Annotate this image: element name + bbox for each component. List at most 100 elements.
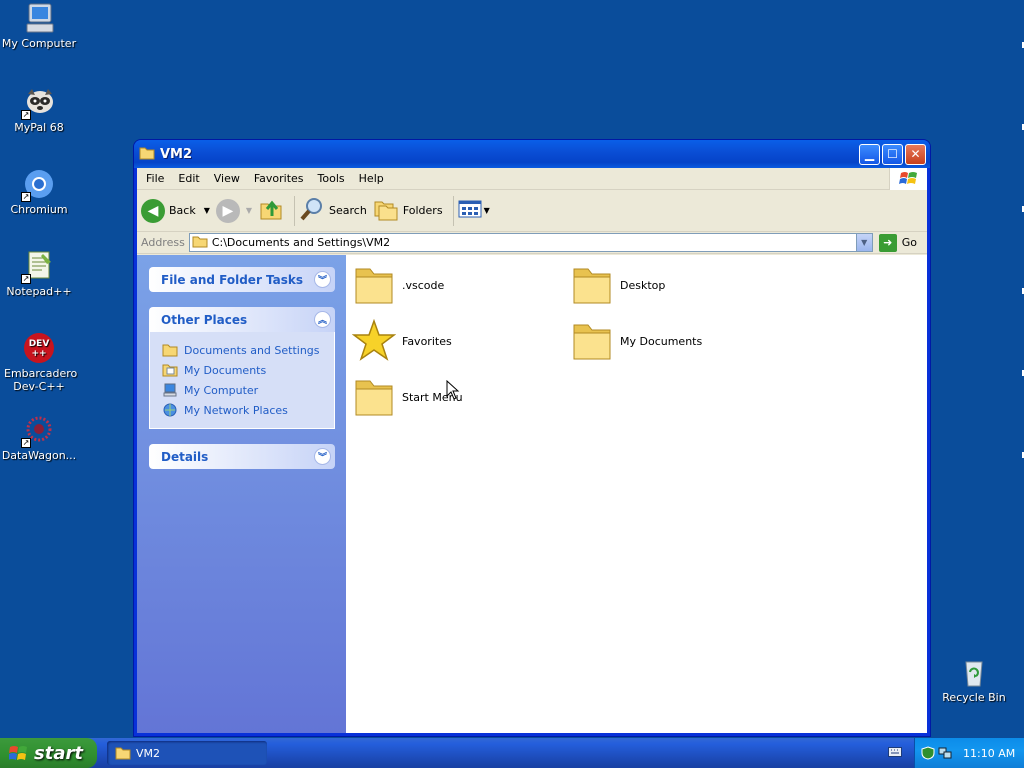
menu-tools[interactable]: Tools xyxy=(311,172,352,185)
minimize-button[interactable]: ▁ xyxy=(859,143,880,165)
standard-toolbar: ◀ Back ▼ ▶ ▼ Search Folders ▼ xyxy=(137,190,927,232)
folder-icon xyxy=(162,343,178,357)
window-title: VM2 xyxy=(160,146,193,162)
link-label: My Computer xyxy=(184,383,259,397)
close-icon: ✕ xyxy=(910,147,921,161)
folder-icon xyxy=(139,146,155,163)
taskbar: start VM2 11:10 AM xyxy=(0,738,1024,768)
shortcut-arrow-icon: ↗ xyxy=(21,438,31,448)
start-label: start xyxy=(34,742,83,764)
address-label: Address xyxy=(141,236,185,249)
folders-button[interactable]: Folders xyxy=(373,196,443,225)
go-label: Go xyxy=(901,236,917,249)
back-arrow-icon: ◀ xyxy=(141,198,165,223)
back-label: Back xyxy=(169,204,196,217)
address-bar: Address C:\Documents and Settings\VM2 ▼ … xyxy=(137,232,927,254)
go-button[interactable]: ➜ Go xyxy=(878,233,917,252)
menu-bar: File Edit View Favorites Tools Help xyxy=(137,168,927,190)
folder-icon xyxy=(570,319,614,363)
folder-icon xyxy=(192,235,208,251)
file-folder-tasks-section: File and Folder Tasks ︾ xyxy=(149,267,335,292)
address-input[interactable]: C:\Documents and Settings\VM2 ▼ xyxy=(188,233,873,252)
folders-icon xyxy=(373,196,399,225)
start-button[interactable]: start xyxy=(0,738,97,768)
desktop-icon-notepadpp[interactable]: ↗ Notepad++ xyxy=(0,250,78,298)
file-name: Favorites xyxy=(402,334,452,348)
toolbar-separator xyxy=(294,195,296,226)
other-places-section: Other Places ︽ Documents and Settings My… xyxy=(149,307,335,429)
computer-icon xyxy=(162,383,178,397)
go-arrow-icon: ➜ xyxy=(878,233,897,252)
close-button[interactable]: ✕ xyxy=(905,143,926,165)
details-section: Details ︾ xyxy=(149,444,335,469)
desktop-icon-chromium[interactable]: ↗ Chromium xyxy=(0,168,78,216)
section-title: Other Places xyxy=(161,312,248,327)
link-my-computer[interactable]: My Computer xyxy=(162,380,324,400)
folder-icon xyxy=(352,375,396,419)
notepad-plus-plus-icon: ↗ xyxy=(21,250,55,284)
svg-text:DEV: DEV xyxy=(29,339,50,349)
shortcut-arrow-icon: ↗ xyxy=(21,110,31,120)
maximize-icon: ☐ xyxy=(887,147,898,161)
raccoon-icon: ↗ xyxy=(21,86,55,120)
menu-view[interactable]: View xyxy=(207,172,247,185)
views-icon xyxy=(458,199,482,222)
views-button[interactable]: ▼ xyxy=(458,199,490,222)
explorer-window: VM2 ▁ ☐ ✕ File Edit View Favorites Tools… xyxy=(134,140,930,736)
chevron-down-icon: ▼ xyxy=(861,238,868,247)
link-my-documents[interactable]: My Documents xyxy=(162,360,324,380)
link-my-network-places[interactable]: My Network Places xyxy=(162,400,324,420)
file-item-desktop[interactable]: Desktop xyxy=(570,263,665,307)
menu-edit[interactable]: Edit xyxy=(171,172,206,185)
my-documents-icon xyxy=(162,363,178,377)
computer-icon xyxy=(23,2,55,34)
desktop-icon-label: My Computer xyxy=(1,37,77,50)
link-documents-and-settings[interactable]: Documents and Settings xyxy=(162,340,324,360)
file-item-favorites[interactable]: Favorites xyxy=(351,318,452,363)
network-connection-icon[interactable] xyxy=(938,746,952,760)
windows-logo-icon xyxy=(8,744,28,763)
content-area: File and Folder Tasks ︾ Other Places ︽ D… xyxy=(137,255,927,733)
menu-file[interactable]: File xyxy=(139,172,171,185)
file-item-vscode[interactable]: .vscode xyxy=(352,263,444,307)
chevron-down-icon[interactable]: ︾ xyxy=(314,448,331,465)
clock[interactable]: 11:10 AM xyxy=(963,747,1015,760)
keyboard-icon[interactable] xyxy=(888,746,902,758)
network-places-icon xyxy=(162,403,178,417)
chevron-down-icon[interactable]: ▼ xyxy=(204,206,210,215)
file-folder-tasks-header[interactable]: File and Folder Tasks ︾ xyxy=(149,267,335,292)
taskbar-item-vm2[interactable]: VM2 xyxy=(107,741,267,765)
desktop-icon-devcpp[interactable]: DEV ++ Embarcadero Dev-C++ xyxy=(0,332,78,393)
address-dropdown-button[interactable]: ▼ xyxy=(855,234,872,251)
desktop-icon-label: Embarcadero Dev-C++ xyxy=(4,367,78,393)
search-button[interactable]: Search xyxy=(299,196,367,225)
desktop-icon-label: DataWagon... xyxy=(1,449,77,462)
desktop-icon-datawagon[interactable]: ↗ DataWagon... xyxy=(0,414,78,462)
desktop-icon-recycle-bin[interactable]: Recycle Bin xyxy=(935,656,1013,704)
back-button[interactable]: ◀ Back ▼ xyxy=(141,198,210,223)
address-value: C:\Documents and Settings\VM2 xyxy=(211,236,391,249)
recycle-bin-icon xyxy=(958,656,990,688)
link-label: My Documents xyxy=(184,363,267,377)
title-bar[interactable]: VM2 ▁ ☐ ✕ xyxy=(134,140,930,168)
security-shield-icon[interactable] xyxy=(921,746,935,760)
details-header[interactable]: Details ︾ xyxy=(149,444,335,469)
chevron-up-icon[interactable]: ︽ xyxy=(314,311,331,328)
forward-button[interactable]: ▶ ▼ xyxy=(215,198,252,223)
folder-icon xyxy=(570,263,614,307)
taskbar-item-label: VM2 xyxy=(136,746,161,760)
desktop-icon-mypal[interactable]: ↗ MyPal 68 xyxy=(0,86,78,134)
section-title: File and Folder Tasks xyxy=(161,272,304,287)
mouse-cursor-icon xyxy=(446,379,460,400)
chevron-down-icon[interactable]: ︾ xyxy=(314,271,331,288)
up-folder-button[interactable] xyxy=(258,196,284,225)
menu-favorites[interactable]: Favorites xyxy=(247,172,311,185)
maximize-button[interactable]: ☐ xyxy=(882,143,903,165)
menu-help[interactable]: Help xyxy=(352,172,391,185)
desktop-icon-my-computer[interactable]: My Computer xyxy=(0,2,78,50)
link-label: Documents and Settings xyxy=(184,343,320,357)
link-label: My Network Places xyxy=(184,403,288,417)
file-name: My Documents xyxy=(620,334,703,348)
other-places-header[interactable]: Other Places ︽ xyxy=(149,307,335,332)
file-item-my-documents[interactable]: My Documents xyxy=(570,319,702,363)
